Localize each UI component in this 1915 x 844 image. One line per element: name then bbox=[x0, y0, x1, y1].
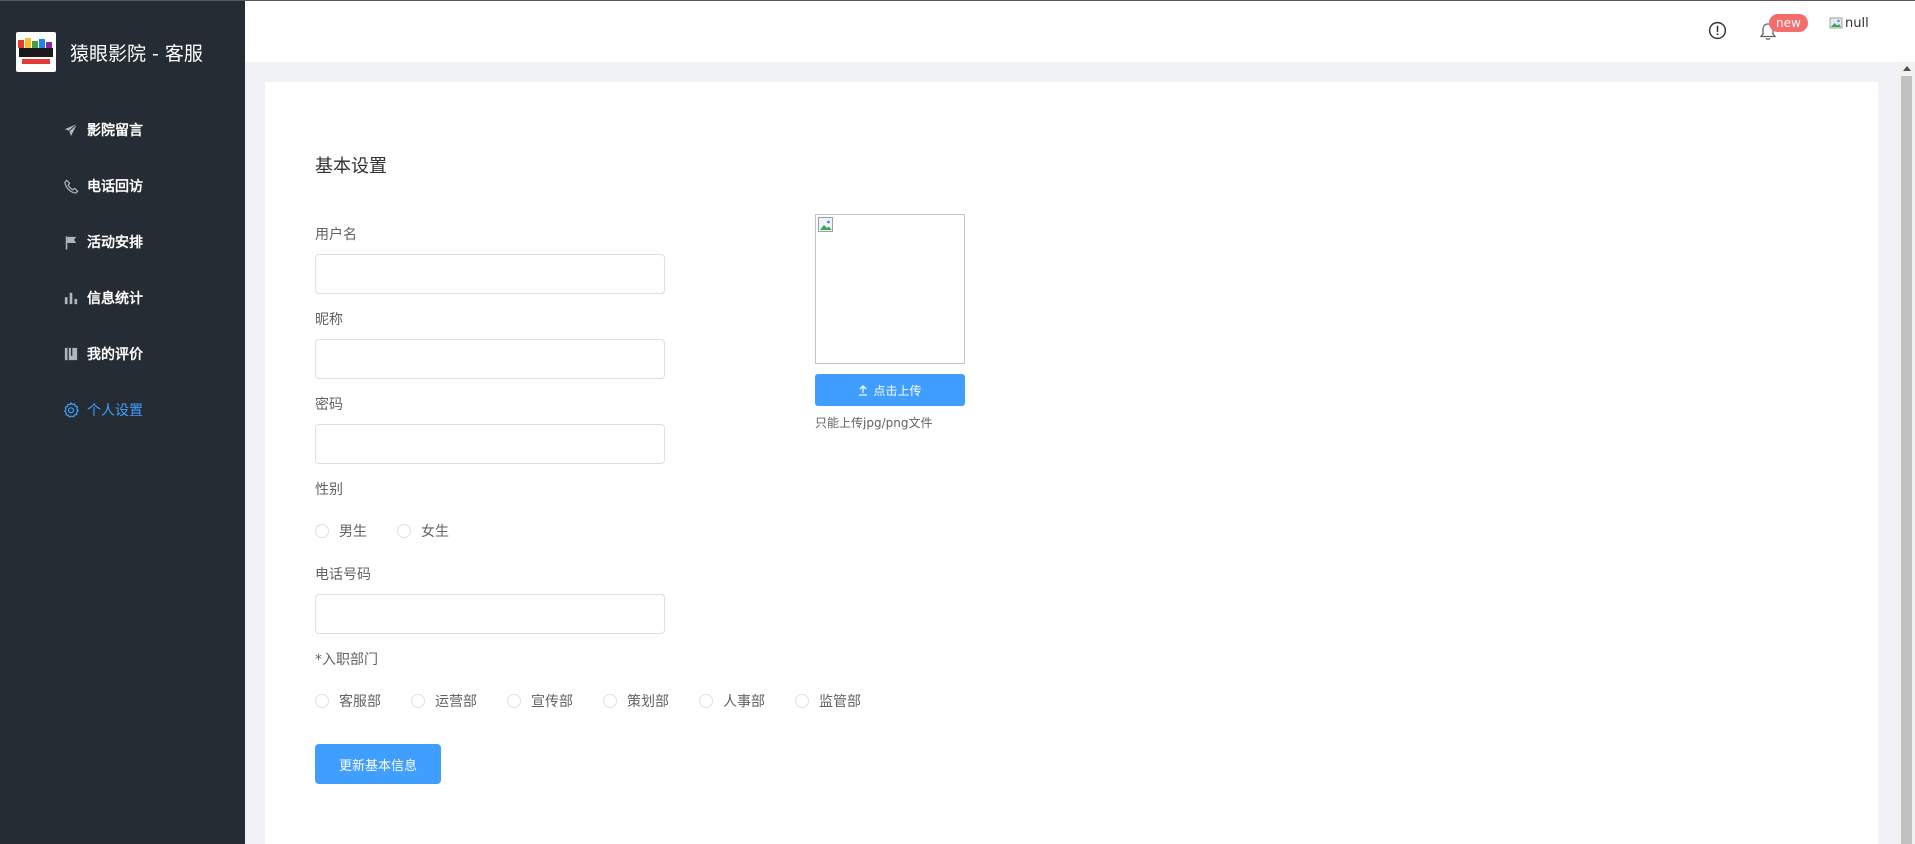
radio-label: 宣传部 bbox=[531, 694, 573, 710]
radio-label: 男生 bbox=[339, 524, 367, 540]
broken-image-icon bbox=[818, 217, 833, 232]
radio-label: 策划部 bbox=[627, 694, 669, 710]
department-radio-group: 客服部 运营部 宣传部 策划部 人事部 监管部 bbox=[315, 691, 861, 711]
paper-plane-icon bbox=[63, 122, 79, 138]
sidebar-item-label: 我的评价 bbox=[87, 347, 143, 363]
gender-radio-male[interactable]: 男生 bbox=[315, 521, 367, 541]
nickname-label: 昵称 bbox=[315, 312, 343, 328]
sidebar-item-label: 信息统计 bbox=[87, 291, 143, 307]
sidebar-item-my-reviews[interactable]: 我的评价 bbox=[0, 326, 245, 382]
radio-circle[interactable] bbox=[699, 694, 713, 708]
department-radio-planning[interactable]: 策划部 bbox=[603, 691, 669, 711]
sidebar: 猿眼影院 - 客服 影院留言 电话回访 活动安排 信息统计 我的评价 个人设置 bbox=[0, 1, 245, 844]
avatar-alt-text: null bbox=[1845, 15, 1869, 31]
info-icon[interactable] bbox=[1708, 21, 1727, 44]
department-label: *入职部门 bbox=[315, 652, 378, 668]
scrollbar-thumb[interactable] bbox=[1901, 76, 1912, 844]
upload-tip: 只能上传jpg/png文件 bbox=[815, 416, 933, 430]
sidebar-item-activities[interactable]: 活动安排 bbox=[0, 214, 245, 270]
gender-radio-female[interactable]: 女生 bbox=[397, 521, 449, 541]
top-header bbox=[245, 1, 1915, 62]
radio-circle[interactable] bbox=[795, 694, 809, 708]
sidebar-item-phone-callback[interactable]: 电话回访 bbox=[0, 158, 245, 214]
department-radio-publicity[interactable]: 宣传部 bbox=[507, 691, 573, 711]
upload-button-label: 点击上传 bbox=[873, 383, 922, 398]
page-scrollbar[interactable] bbox=[1898, 62, 1915, 844]
radio-circle[interactable] bbox=[603, 694, 617, 708]
radio-circle[interactable] bbox=[507, 694, 521, 708]
sidebar-item-personal-settings[interactable]: 个人设置 bbox=[0, 382, 245, 438]
username-label: 用户名 bbox=[315, 227, 357, 243]
app-title: 猿眼影院 - 客服 bbox=[70, 42, 203, 65]
radio-circle[interactable] bbox=[315, 694, 329, 708]
gender-label: 性别 bbox=[315, 482, 343, 498]
notification-badge: new bbox=[1769, 14, 1808, 32]
department-radio-hr[interactable]: 人事部 bbox=[699, 691, 765, 711]
radio-circle[interactable] bbox=[315, 524, 329, 538]
sidebar-item-label: 活动安排 bbox=[87, 235, 143, 251]
flag-icon bbox=[63, 234, 79, 250]
avatar-preview bbox=[815, 214, 965, 364]
upload-button[interactable]: 点击上传 bbox=[815, 374, 965, 406]
upload-icon bbox=[859, 384, 868, 396]
gender-radio-group: 男生 女生 bbox=[315, 521, 449, 541]
username-input[interactable] bbox=[315, 254, 665, 294]
nickname-input[interactable] bbox=[315, 339, 665, 379]
department-radio-operations[interactable]: 运营部 bbox=[411, 691, 477, 711]
user-avatar[interactable]: null bbox=[1829, 15, 1869, 31]
department-radio-customer-service[interactable]: 客服部 bbox=[315, 691, 381, 711]
app-logo bbox=[16, 32, 56, 72]
radio-label: 女生 bbox=[421, 524, 449, 540]
scroll-up-arrow-icon[interactable] bbox=[1903, 66, 1911, 71]
sidebar-item-label: 影院留言 bbox=[87, 123, 143, 139]
broken-image-icon bbox=[1829, 17, 1843, 29]
department-radio-supervision[interactable]: 监管部 bbox=[795, 691, 861, 711]
gear-icon bbox=[63, 402, 79, 418]
phone-label: 电话号码 bbox=[315, 567, 371, 583]
password-label: 密码 bbox=[315, 397, 343, 413]
section-title: 基本设置 bbox=[315, 156, 387, 177]
notebook-icon bbox=[63, 346, 79, 362]
sidebar-item-statistics[interactable]: 信息统计 bbox=[0, 270, 245, 326]
radio-circle[interactable] bbox=[411, 694, 425, 708]
bar-chart-icon bbox=[63, 290, 79, 306]
phone-icon bbox=[63, 178, 79, 194]
update-info-button[interactable]: 更新基本信息 bbox=[315, 744, 441, 784]
sidebar-menu: 影院留言 电话回访 活动安排 信息统计 我的评价 个人设置 bbox=[0, 102, 245, 438]
radio-label: 监管部 bbox=[819, 694, 861, 710]
sidebar-item-label: 个人设置 bbox=[87, 403, 143, 419]
sidebar-item-cinema-messages[interactable]: 影院留言 bbox=[0, 102, 245, 158]
logo-row: 猿眼影院 - 客服 bbox=[16, 32, 203, 72]
radio-label: 运营部 bbox=[435, 694, 477, 710]
sidebar-item-label: 电话回访 bbox=[87, 179, 143, 195]
radio-label: 人事部 bbox=[723, 694, 765, 710]
radio-label: 客服部 bbox=[339, 694, 381, 710]
phone-input[interactable] bbox=[315, 594, 665, 634]
radio-circle[interactable] bbox=[397, 524, 411, 538]
password-input[interactable] bbox=[315, 424, 665, 464]
